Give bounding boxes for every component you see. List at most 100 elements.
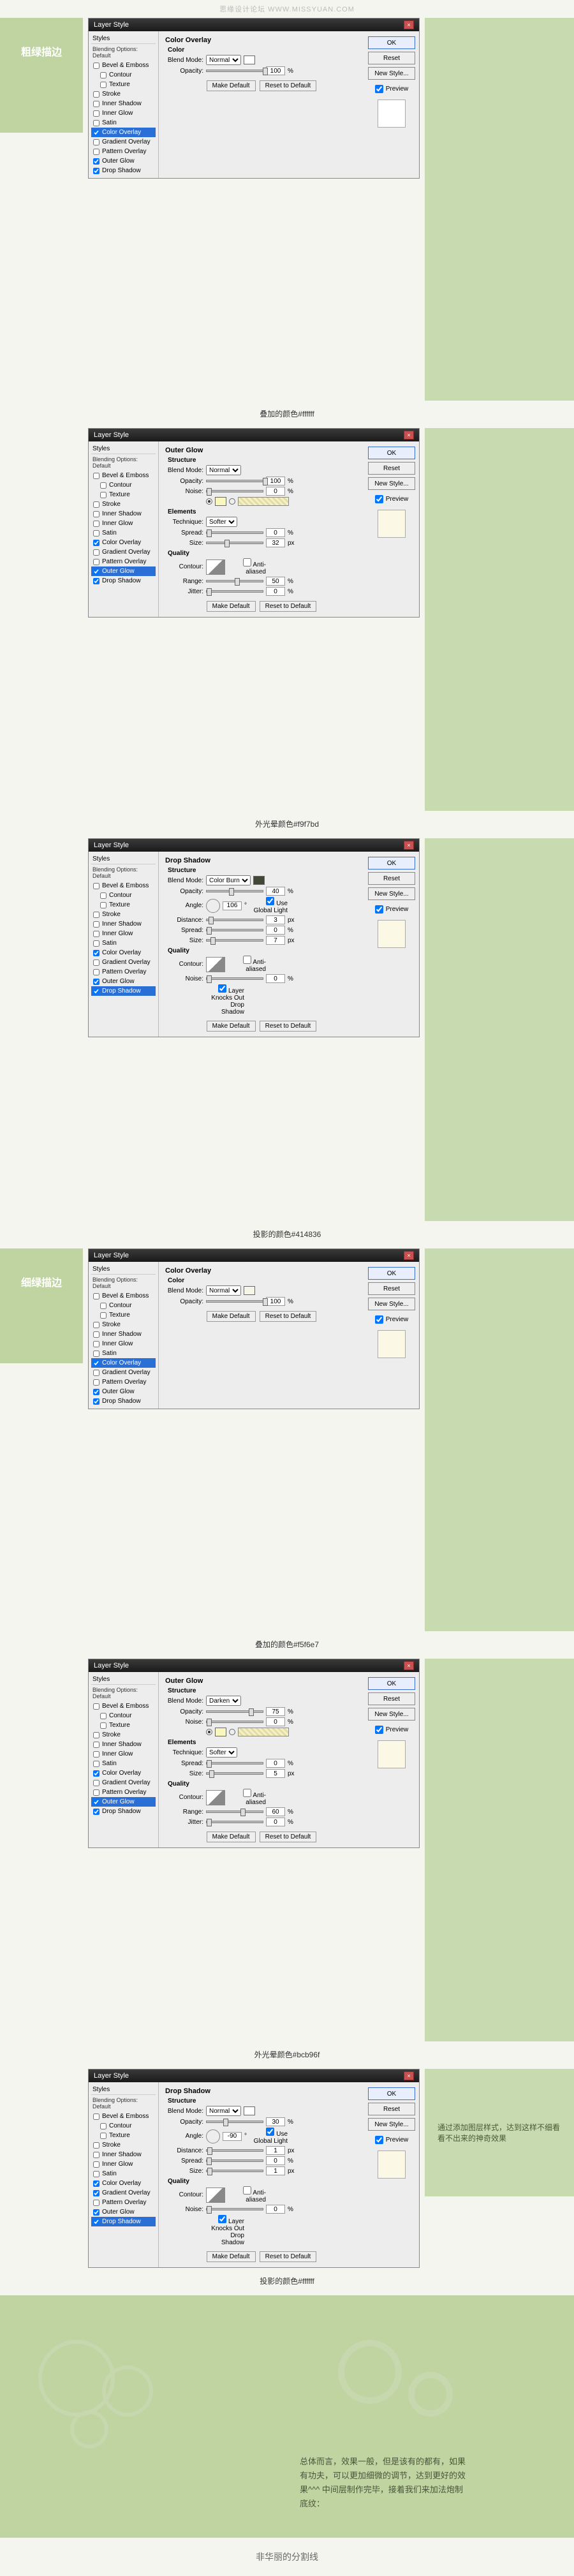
style-item-bevel[interactable]: Bevel & Emboss xyxy=(91,1701,156,1711)
styles-header[interactable]: Styles xyxy=(91,2085,156,2095)
style-item-patternOverlay[interactable]: Pattern Overlay xyxy=(91,1377,156,1387)
style-item-satin[interactable]: Satin xyxy=(91,2169,156,2179)
style-check-bevel[interactable] xyxy=(93,2113,99,2120)
slider[interactable] xyxy=(206,1721,263,1723)
slider[interactable] xyxy=(206,531,263,534)
ok-button[interactable]: OK xyxy=(368,2087,415,2100)
blend-mode-select[interactable]: Normal xyxy=(206,1285,241,1296)
style-check-innerGlow[interactable] xyxy=(93,1341,99,1347)
style-check-texture[interactable] xyxy=(100,82,107,88)
blend-mode-select[interactable]: Normal xyxy=(206,55,241,65)
spread-input[interactable] xyxy=(266,528,285,537)
style-check-gradientOverlay[interactable] xyxy=(93,549,99,556)
style-check-dropShadow[interactable] xyxy=(93,2219,99,2225)
new-style-button[interactable]: New Style... xyxy=(368,1298,415,1310)
reset-button[interactable]: Reset xyxy=(368,462,415,475)
spread-input[interactable] xyxy=(266,926,285,935)
reset-default-button[interactable]: Reset to Default xyxy=(260,1832,317,1842)
style-check-satin[interactable] xyxy=(93,1351,99,1357)
style-item-patternOverlay[interactable]: Pattern Overlay xyxy=(91,557,156,566)
glow-gradient-picker[interactable] xyxy=(238,497,289,506)
contour-picker[interactable] xyxy=(206,2187,225,2203)
style-check-texture[interactable] xyxy=(100,1312,107,1319)
style-item-texture[interactable]: Texture xyxy=(91,2131,156,2140)
slider[interactable] xyxy=(206,70,263,72)
style-check-colorOverlay[interactable] xyxy=(93,1770,99,1777)
opacity-input[interactable] xyxy=(266,2117,285,2126)
style-check-patternOverlay[interactable] xyxy=(93,1379,99,1386)
slider[interactable] xyxy=(206,2208,263,2210)
ok-button[interactable]: OK xyxy=(368,1677,415,1690)
ok-button[interactable]: OK xyxy=(368,36,415,49)
glow-gradient-radio[interactable] xyxy=(229,498,235,505)
style-item-texture[interactable]: Texture xyxy=(91,1721,156,1730)
jitter-input[interactable] xyxy=(266,587,285,596)
blending-options[interactable]: Blending Options: Default xyxy=(91,864,156,881)
style-item-stroke[interactable]: Stroke xyxy=(91,1320,156,1329)
shadow-color-swatch[interactable] xyxy=(244,2106,255,2115)
reset-button[interactable]: Reset xyxy=(368,872,415,885)
slider[interactable] xyxy=(206,890,263,892)
style-item-dropShadow[interactable]: Drop Shadow xyxy=(91,1807,156,1816)
size-input[interactable] xyxy=(266,538,285,547)
style-item-contour[interactable]: Contour xyxy=(91,1711,156,1721)
style-item-gradientOverlay[interactable]: Gradient Overlay xyxy=(91,958,156,967)
slider[interactable] xyxy=(206,977,263,980)
glow-gradient-radio[interactable] xyxy=(229,1729,235,1735)
style-check-patternOverlay[interactable] xyxy=(93,149,99,155)
style-check-innerGlow[interactable] xyxy=(93,110,99,117)
style-item-bevel[interactable]: Bevel & Emboss xyxy=(91,2112,156,2121)
noise-input[interactable] xyxy=(266,487,285,496)
glow-color-radio[interactable] xyxy=(206,1729,212,1735)
style-item-dropShadow[interactable]: Drop Shadow xyxy=(91,1396,156,1406)
style-item-gradientOverlay[interactable]: Gradient Overlay xyxy=(91,137,156,147)
style-item-contour[interactable]: Contour xyxy=(91,70,156,80)
technique-select[interactable]: Softer xyxy=(206,1747,237,1758)
style-check-texture[interactable] xyxy=(100,902,107,908)
reset-button[interactable]: Reset xyxy=(368,1282,415,1295)
preview-check[interactable]: Preview xyxy=(375,85,409,93)
style-check-stroke[interactable] xyxy=(93,912,99,918)
style-item-contour[interactable]: Contour xyxy=(91,2121,156,2131)
slider[interactable] xyxy=(206,580,263,582)
style-item-outerGlow[interactable]: Outer Glow xyxy=(91,977,156,986)
opacity-input[interactable] xyxy=(266,66,285,75)
distance-input[interactable] xyxy=(266,2146,285,2155)
style-item-stroke[interactable]: Stroke xyxy=(91,1730,156,1740)
style-check-innerShadow[interactable] xyxy=(93,1742,99,1748)
style-item-colorOverlay[interactable]: Color Overlay xyxy=(91,2179,156,2188)
contour-picker[interactable] xyxy=(206,957,225,972)
style-check-bevel[interactable] xyxy=(93,63,99,69)
reset-button[interactable]: Reset xyxy=(368,1692,415,1705)
preview-check[interactable]: Preview xyxy=(375,1315,409,1324)
make-default-button[interactable]: Make Default xyxy=(207,1311,256,1322)
style-check-dropShadow[interactable] xyxy=(93,1809,99,1815)
style-check-gradientOverlay[interactable] xyxy=(93,959,99,966)
style-item-stroke[interactable]: Stroke xyxy=(91,2140,156,2150)
blending-options[interactable]: Blending Options: Default xyxy=(91,454,156,471)
style-check-bevel[interactable] xyxy=(93,473,99,479)
style-item-satin[interactable]: Satin xyxy=(91,938,156,948)
preview-check[interactable]: Preview xyxy=(375,495,409,503)
range-input[interactable] xyxy=(266,1807,285,1816)
style-item-texture[interactable]: Texture xyxy=(91,490,156,500)
make-default-button[interactable]: Make Default xyxy=(207,2251,256,2262)
glow-color-radio[interactable] xyxy=(206,498,212,505)
style-item-bevel[interactable]: Bevel & Emboss xyxy=(91,1291,156,1301)
style-item-innerShadow[interactable]: Inner Shadow xyxy=(91,1740,156,1749)
glow-color-swatch[interactable] xyxy=(215,497,226,506)
style-check-contour[interactable] xyxy=(100,1713,107,1719)
style-check-innerShadow[interactable] xyxy=(93,101,99,107)
style-item-satin[interactable]: Satin xyxy=(91,118,156,128)
style-check-contour[interactable] xyxy=(100,1303,107,1309)
style-check-stroke[interactable] xyxy=(93,91,99,98)
style-check-texture[interactable] xyxy=(100,492,107,498)
antialias-check[interactable] xyxy=(243,1789,251,1797)
make-default-button[interactable]: Make Default xyxy=(207,601,256,612)
slider[interactable] xyxy=(206,490,263,492)
blend-mode-select[interactable]: Normal xyxy=(206,465,241,475)
opacity-input[interactable] xyxy=(266,887,285,896)
noise-input[interactable] xyxy=(266,974,285,983)
make-default-button[interactable]: Make Default xyxy=(207,1021,256,1032)
contour-picker[interactable] xyxy=(206,559,225,575)
